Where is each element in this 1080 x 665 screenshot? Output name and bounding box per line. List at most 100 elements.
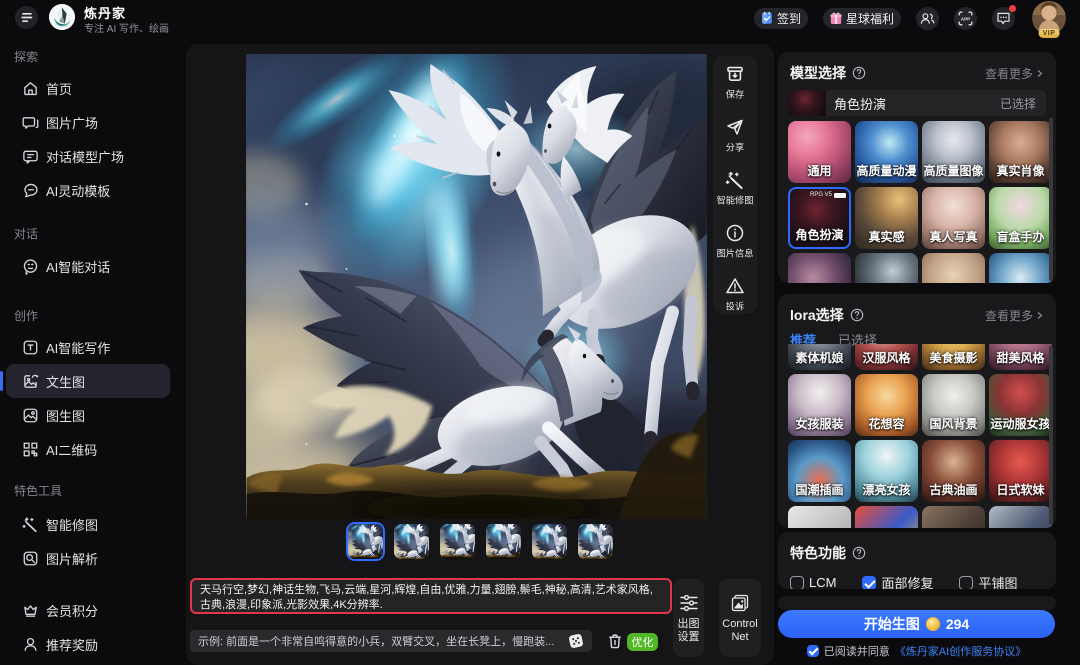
lora-tile-16[interactable] <box>989 506 1052 528</box>
app-logo[interactable] <box>49 4 75 30</box>
referral-icon <box>22 636 39 653</box>
model-tile-3[interactable]: 高质量图像 <box>922 121 985 183</box>
prompt-textarea[interactable]: 天马行空,梦幻,神话生物,飞马,云端,星河,辉煌,自由,优雅,力量,翅膀,鬃毛,… <box>190 578 672 614</box>
clear-prompt-trash-icon[interactable] <box>606 632 624 650</box>
lora-view-more[interactable]: 查看更多 <box>985 307 1044 324</box>
sidebar-item-ai-chat[interactable]: AI智能对话 <box>6 249 170 283</box>
sidebar-item-writing[interactable]: AI智能写作 <box>6 330 170 364</box>
lora-tile-12[interactable]: 日式软妹 <box>989 440 1052 502</box>
model-tile-9[interactable] <box>788 253 851 283</box>
app-download-button[interactable]: APP <box>954 7 977 30</box>
next-settings-card <box>778 596 1056 610</box>
model-tile-5[interactable]: RPG V5角色扮演 <box>788 187 851 249</box>
toolbar-wand-button[interactable]: 智能修图 <box>715 170 755 207</box>
generated-image[interactable] <box>246 54 707 519</box>
feature-checkbox[interactable] <box>862 576 876 590</box>
model-tile-2[interactable]: 高质量动漫 <box>855 121 918 183</box>
model-tile-4[interactable]: 真实肖像 <box>989 121 1052 183</box>
model-grid-scrollbar[interactable] <box>1049 118 1053 281</box>
toolbar-share-button[interactable]: 分享 <box>725 117 745 154</box>
messages-button[interactable] <box>992 7 1015 30</box>
sidebar-item-home[interactable]: 首页 <box>6 71 170 105</box>
lora-tile-10[interactable]: 漂亮女孩 <box>855 440 918 502</box>
menu-button[interactable] <box>15 6 38 29</box>
lora-tile-4[interactable]: 甜美风格 <box>989 344 1052 370</box>
sidebar-item-gallery[interactable]: 图片广场 <box>6 105 170 139</box>
toolbar-label: 分享 <box>726 140 744 154</box>
lora-tile-8[interactable]: 运动服女孩 <box>989 374 1052 436</box>
planet-welfare-button[interactable]: 星球福利 <box>823 8 901 29</box>
generate-button[interactable]: 开始生图 294 <box>778 610 1055 638</box>
controlnet-button[interactable]: Control Net <box>719 579 761 657</box>
model-tile-7[interactable]: 真人写真 <box>922 187 985 249</box>
lora-tile-label: 日式软妹 <box>989 481 1052 498</box>
lora-tile-3[interactable]: 美食摄影 <box>922 344 985 370</box>
checkin-button[interactable]: 签到 <box>754 8 808 29</box>
lora-tile-11[interactable]: 古典油画 <box>922 440 985 502</box>
sidebar-item-analyze[interactable]: 图片解析 <box>6 541 170 575</box>
feature-option-面部修复[interactable]: 面部修复 <box>862 573 933 589</box>
result-thumbnail-2[interactable] <box>392 522 431 561</box>
sidebar-item-retouch[interactable]: 智能修图 <box>6 507 170 541</box>
result-thumbnail-5[interactable] <box>530 522 569 561</box>
result-thumbnail-3[interactable] <box>438 522 477 561</box>
model-tile-8[interactable]: 盲盒手办 <box>989 187 1052 249</box>
feature-option-平铺图[interactable]: 平铺图 <box>959 573 1017 589</box>
model-select-header: 模型选择 查看更多 <box>778 52 1056 83</box>
lora-tile-6[interactable]: 花想容 <box>855 374 918 436</box>
svg-text:APP: APP <box>961 16 970 21</box>
selected-model-label: 角色扮演 <box>834 94 886 113</box>
wand-icon <box>725 170 745 190</box>
result-thumbnail-1[interactable] <box>346 522 385 561</box>
user-avatar[interactable]: VIP <box>1032 1 1066 35</box>
model-tile-11[interactable] <box>922 253 985 283</box>
lora-tile-9[interactable]: 国潮插画 <box>788 440 851 502</box>
sidebar-item-crown[interactable]: 会员积分 <box>6 593 170 627</box>
lora-tile-15[interactable] <box>922 506 985 528</box>
community-button[interactable] <box>916 7 939 30</box>
lora-tile-label: 汉服风格 <box>855 349 918 366</box>
features-help-icon[interactable] <box>852 546 866 560</box>
feature-checkbox[interactable] <box>959 576 973 590</box>
lora-grid-scrollbar[interactable] <box>1049 346 1053 524</box>
sidebar-item-label: AI灵动模板 <box>46 181 110 200</box>
feature-checkbox[interactable] <box>790 576 804 590</box>
lora-tile-label: 花想容 <box>855 415 918 432</box>
model-tile-6[interactable]: 真实感 <box>855 187 918 249</box>
model-view-more[interactable]: 查看更多 <box>985 65 1044 82</box>
result-thumbnail-6[interactable] <box>576 522 615 561</box>
model-tile-10[interactable] <box>855 253 918 283</box>
random-dice-icon[interactable] <box>568 633 584 649</box>
optimize-button[interactable]: 优化 <box>627 633 658 651</box>
agreement-checkbox[interactable] <box>807 645 819 657</box>
toolbar-info-button[interactable]: 图片信息 <box>715 223 755 260</box>
model-tile-1[interactable]: 通用 <box>788 121 851 183</box>
result-thumbnail-4[interactable] <box>484 522 523 561</box>
sidebar-item-chat-plaza[interactable]: 对话模型广场 <box>6 139 170 173</box>
agreement-link[interactable]: 《炼丹家AI创作服务协议》 <box>895 643 1026 659</box>
save-icon <box>725 64 745 84</box>
sidebar-item-referral[interactable]: 推荐奖励 <box>6 627 170 661</box>
sidebar-item-label: 对话模型广场 <box>46 147 124 166</box>
sidebar-item-img2img[interactable]: 图生图 <box>6 398 170 432</box>
output-settings-button[interactable]: 出图 设置 <box>673 579 704 657</box>
prompt-example[interactable]: 示例: 前面是一个非常自鸣得意的小兵，双臂交叉，坐在长凳上，慢跑装... <box>190 630 592 652</box>
selected-model-row[interactable]: 角色扮演 已选择 <box>788 90 1046 116</box>
model-tile-12[interactable] <box>989 253 1052 283</box>
lora-tile-2[interactable]: 汉服风格 <box>855 344 918 370</box>
sidebar-item-template[interactable]: AI灵动模板 <box>6 173 170 207</box>
model-tile-label: 盲盒手办 <box>989 228 1052 245</box>
sidebar-section-label: 探索 <box>14 49 178 65</box>
model-help-icon[interactable] <box>852 66 866 80</box>
lora-tile-13[interactable] <box>788 506 851 528</box>
lora-tile-14[interactable] <box>855 506 918 528</box>
lora-tile-7[interactable]: 国风背景 <box>922 374 985 436</box>
toolbar-report-button[interactable]: 投诉 <box>725 276 745 313</box>
lora-help-icon[interactable] <box>850 308 864 322</box>
toolbar-save-button[interactable]: 保存 <box>725 64 745 101</box>
lora-tile-1[interactable]: 素体机娘 <box>788 344 851 370</box>
sidebar-item-qrcode[interactable]: AI二维码 <box>6 432 170 466</box>
lora-tile-5[interactable]: 女孩服装 <box>788 374 851 436</box>
sidebar-item-text2img[interactable]: 文生图 <box>6 364 170 398</box>
feature-option-LCM[interactable]: LCM <box>790 575 836 589</box>
